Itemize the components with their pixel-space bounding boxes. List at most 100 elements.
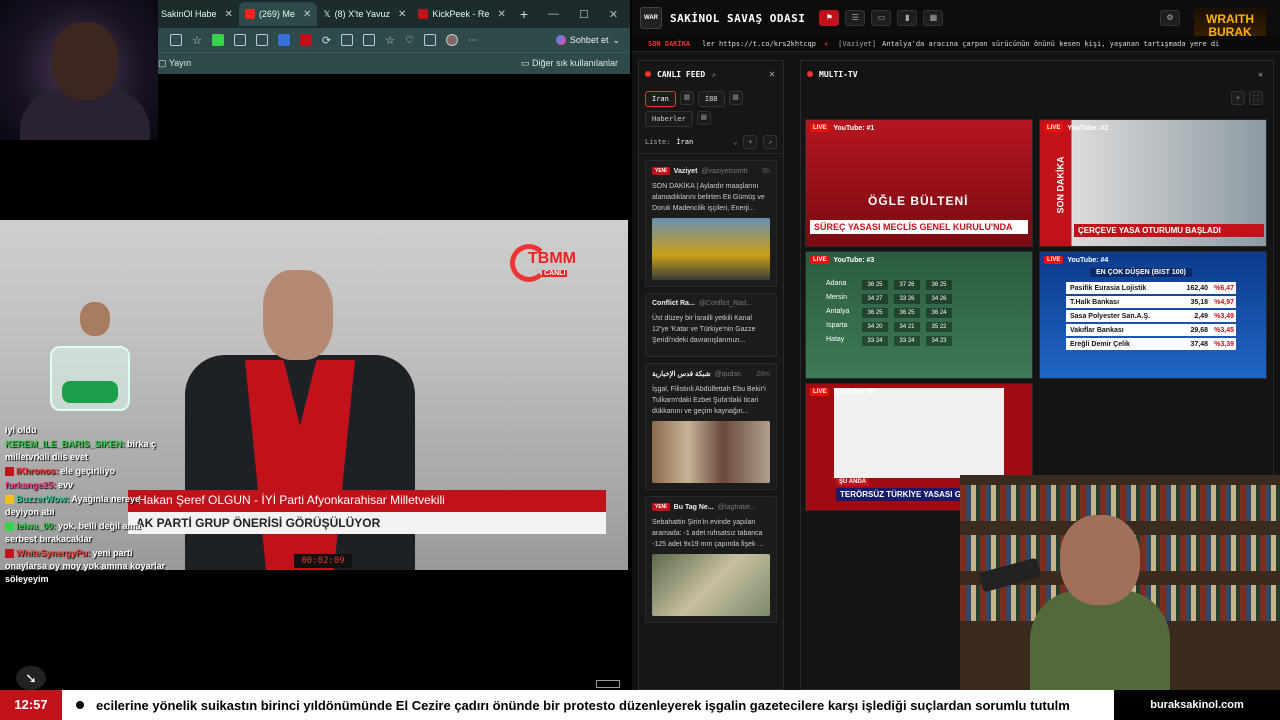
screenshot-icon[interactable]: [423, 34, 436, 46]
close-window-icon[interactable]: ✕: [609, 8, 618, 21]
extension-icon[interactable]: [233, 34, 246, 46]
close-icon[interactable]: ✕: [225, 9, 233, 20]
minimize-icon[interactable]: —: [548, 8, 559, 20]
add-icon[interactable]: +: [743, 135, 758, 149]
temp-cell: 34 21: [894, 322, 920, 332]
chevron-down-icon[interactable]: ⌄: [733, 138, 737, 146]
temp-cell: 34 27: [862, 294, 888, 304]
feed-tabs: İran ▦ İBB ▦ Haberler ▦: [639, 87, 783, 131]
close-icon[interactable]: ✕: [769, 69, 775, 80]
stock-change: %4,97: [1214, 298, 1234, 306]
bookmark-other-favorites[interactable]: ▭ Diğer sık kullanılanlar: [521, 58, 618, 69]
chat-badge-icon: [5, 549, 14, 559]
favorites-icon[interactable]: ☆: [385, 34, 395, 47]
close-icon[interactable]: ✕: [398, 9, 406, 20]
card-image[interactable]: [652, 218, 770, 280]
collections-icon[interactable]: [363, 34, 376, 46]
close-icon[interactable]: ✕: [1258, 70, 1263, 79]
copilot-chat-button[interactable]: Sohbet et ⌄: [555, 35, 620, 46]
tab-youtube[interactable]: (269) Me ✕: [238, 2, 318, 26]
chat-text: evv: [58, 480, 74, 490]
stocks-title: EN ÇOK DÜŞEN (BIST 100): [1090, 268, 1192, 277]
city-name: Mersin: [826, 294, 848, 301]
live-feed-panel: CANLI FEED ↗ ✕ İran ▦ İBB ▦ Haberler ▦ L…: [638, 60, 784, 690]
list-select[interactable]: İran: [676, 138, 727, 146]
grid-icon[interactable]: ▦: [923, 10, 944, 26]
sponsor-logo-line1: WRAITH: [1206, 12, 1254, 26]
split-icon[interactable]: [341, 34, 354, 46]
more-icon[interactable]: ⋯: [468, 35, 478, 46]
temp-cell: 36 24: [926, 308, 952, 318]
tab-sakinol[interactable]: SakinOl Habe ✕: [155, 2, 239, 26]
avatar[interactable]: [445, 34, 458, 46]
tab-label: (8) X'te Yavuz: [334, 9, 391, 19]
feed-card[interactable]: YENİ Vaziyet @vaziyetcomtr 5h SON DAKİKA | …: [645, 160, 777, 287]
alert-overlay-image: [30, 298, 150, 418]
maximize-icon[interactable]: ☐: [579, 8, 589, 21]
extension-icon[interactable]: [170, 34, 182, 46]
temp-cell: 35 22: [926, 322, 952, 332]
tab-ibb[interactable]: İBB: [697, 91, 725, 107]
refresh-icon[interactable]: ⟳: [322, 34, 331, 47]
card-handle: @taghabe...: [717, 503, 756, 511]
weather-row: Antalya 36 25 36 25 36 24: [826, 308, 952, 318]
stock-name: Vakıflar Bankası: [1070, 326, 1124, 334]
card-author: Bu Tag Ne...: [673, 503, 714, 511]
feed-card[interactable]: YENİ Bu Tag Ne... @taghabe... Sebahattin Ş…: [645, 496, 777, 623]
list-icon[interactable]: ☰: [845, 10, 866, 26]
extension-icon[interactable]: [277, 34, 290, 46]
stock-row: Sasa Polyester San.A.Ş. 2,49 %3,49: [1066, 310, 1236, 322]
x-logo-icon: 𝕏: [323, 8, 331, 19]
close-icon[interactable]: ✕: [303, 9, 311, 20]
extension-icon[interactable]: [299, 34, 312, 46]
fullscreen-icon[interactable]: ⛶: [1249, 91, 1263, 105]
card-image[interactable]: [652, 421, 770, 483]
tab-label: (269) Me: [258, 9, 295, 19]
tv-player-4[interactable]: LIVE YouTube: #4 EN ÇOK DÜŞEN (BIST 100) …: [1039, 251, 1267, 379]
breaking-news-label: SON DAKİKA: [1055, 156, 1066, 214]
list-selector: Liste: İran ⌄ + ↗: [639, 131, 783, 154]
grid-icon[interactable]: ▦: [728, 91, 743, 105]
chat-message: leiwa_00: yok, belli değil ama serbest bı…: [5, 520, 175, 546]
tv-player-3[interactable]: LIVE YouTube: #3 Adana 36 25 37 26 36 25 Mer…: [805, 251, 1033, 379]
settings-icon[interactable]: ⚙: [1160, 10, 1180, 26]
external-link-icon[interactable]: ↗: [711, 70, 716, 79]
star-icon[interactable]: ☆: [192, 34, 202, 47]
heart-icon[interactable]: ♡: [405, 35, 414, 46]
grid-icon[interactable]: ▦: [696, 111, 711, 125]
feed-card[interactable]: Conflict Ra... @Conflict_Rad... Üst düzey…: [645, 293, 777, 357]
now-label: ŞU ANDA: [836, 478, 870, 486]
separator-icon: ✕: [823, 39, 829, 48]
tab-iran[interactable]: İran: [645, 91, 676, 107]
add-icon[interactable]: +: [1231, 91, 1245, 105]
extension-icon[interactable]: [255, 34, 268, 46]
chat-message: WhiteSynergyPu: yeni parti onaylarsa oy m…: [5, 547, 175, 586]
cursor-arrow-icon[interactable]: ➘: [16, 666, 46, 690]
grid-icon[interactable]: ▦: [679, 91, 694, 105]
alert-icon[interactable]: ⚑: [819, 10, 840, 26]
live-badge: LIVE: [810, 388, 830, 396]
feed-card[interactable]: شبكة قدس الإخبارية @qudsn 28m İşgal, Filis…: [645, 363, 777, 490]
bookmark-yayin[interactable]: ▢ Yayın: [158, 58, 191, 69]
temp-cell: 33 24: [862, 336, 888, 346]
tab-x[interactable]: 𝕏 (8) X'te Yavuz ✕: [317, 2, 412, 26]
new-tab-button[interactable]: +: [520, 6, 528, 22]
external-link-icon[interactable]: ↗: [763, 135, 778, 149]
stock-value: 162,40: [1186, 284, 1208, 292]
tv-player-2[interactable]: LIVE YouTube: #2 SON DAKİKA ÇERÇEVE YASA …: [1039, 119, 1267, 247]
scrolling-news: ecilerine yönelik suikastın birinci yıld…: [96, 697, 1070, 713]
close-icon[interactable]: ✕: [497, 9, 505, 20]
card-image[interactable]: [652, 554, 770, 616]
player-name: YouTube: #4: [1067, 256, 1109, 264]
tab-haberler[interactable]: Haberler: [645, 111, 693, 127]
extension-icon[interactable]: [211, 34, 224, 46]
timecode: 00:02:09: [294, 554, 352, 568]
tv-icon[interactable]: ▭: [871, 10, 892, 26]
tv-player-1[interactable]: LIVE YouTube: #1 ÖĞLE BÜLTENİ SÜREÇ YASAS…: [805, 119, 1033, 247]
headline-banner: ÇERÇEVE YASA OTURUMU BAŞLADI: [1074, 224, 1264, 237]
tab-kickpeek[interactable]: KickPeek - Re ✕: [412, 2, 511, 26]
stock-name: Sasa Polyester San.A.Ş.: [1070, 312, 1151, 320]
multi-tv-header: MULTI-TV ✕: [801, 61, 1273, 87]
feed-header: CANLI FEED ↗ ✕: [639, 61, 783, 87]
chart-icon[interactable]: ▮: [897, 10, 918, 26]
